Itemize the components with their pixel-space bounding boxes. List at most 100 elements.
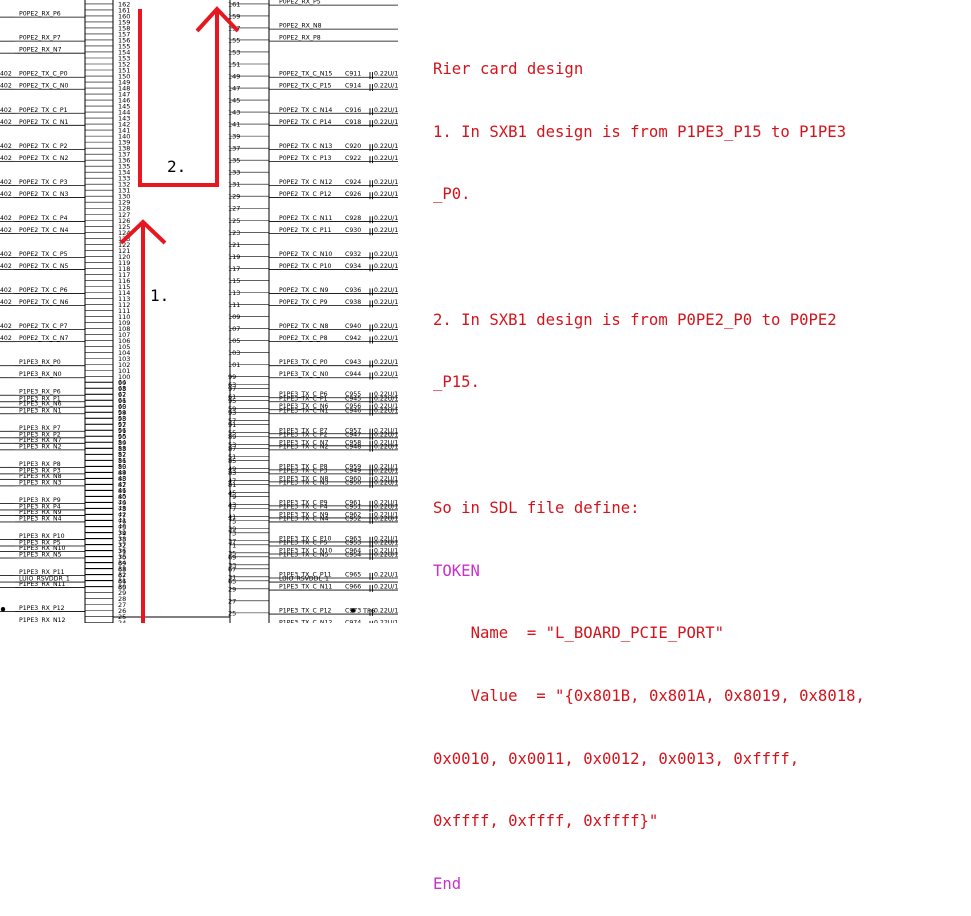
capacitor-refdes: C966 bbox=[345, 584, 361, 591]
arrow-label-2: 2. bbox=[167, 157, 186, 176]
signal-label: P1PE3_RX_P7 bbox=[19, 425, 61, 432]
signal-label: P0PE2_TX_C_N13 bbox=[279, 143, 332, 150]
capacitor-value: 0.22U/1 bbox=[374, 107, 398, 114]
capacitor-value: 0.22U/1 bbox=[374, 584, 398, 591]
capacitor-value: 0.22U/1 bbox=[374, 572, 398, 579]
signal-label: P1PE3_TX_C_P0 bbox=[279, 359, 328, 366]
capacitor-value: 0.22U/1 bbox=[374, 499, 398, 506]
junction-dot bbox=[350, 608, 356, 613]
pin-number: 159 bbox=[228, 12, 240, 20]
pin-number: 37 bbox=[228, 537, 236, 545]
note-token-value: Value = "{0x801B, 0x801A, 0x8019, 0x8018… bbox=[433, 686, 865, 705]
capacitor-refdes: C934 bbox=[345, 263, 361, 270]
signal-prefix: 402 bbox=[0, 191, 12, 198]
capacitor-value: 0.22U/1 bbox=[374, 287, 398, 294]
capacitor-refdes: C943 bbox=[345, 359, 361, 366]
junction-dot bbox=[0, 607, 6, 612]
signal-label: P0PE2_TX_C_P14 bbox=[279, 119, 332, 126]
signal-label: P0PE2_RX_N8 bbox=[279, 23, 322, 30]
pin-number: 153 bbox=[228, 48, 240, 56]
annotation-note: Rier card design 1. In SXB1 design is fr… bbox=[433, 17, 968, 916]
note-item-2: 2. In SXB1 design is from P0PE2_P0 to P0… bbox=[433, 310, 837, 329]
signal-label: P0PE2_TX_C_P15 bbox=[279, 83, 332, 90]
signal-label: P1PE3_RX_N10 bbox=[19, 545, 66, 552]
capacitor-refdes: C940 bbox=[345, 323, 361, 330]
signal-label: P1PE3_RX_N4 bbox=[19, 515, 62, 522]
capacitor-refdes: C964 bbox=[345, 547, 361, 554]
pin-number: 51 bbox=[228, 453, 236, 461]
capacitor-refdes: C922 bbox=[345, 155, 361, 162]
signal-label: P1PE3_TX_C_P6 bbox=[279, 391, 328, 398]
pin-number: 99 bbox=[228, 373, 236, 381]
signal-prefix: 402 bbox=[0, 179, 12, 186]
capacitor-value: 0.22U/1 bbox=[374, 155, 398, 162]
capacitor-refdes: C944 bbox=[345, 371, 361, 378]
signal-label: P1PE3_RX_N7 bbox=[19, 437, 62, 444]
signal-label: P1PE3_TX_C_N8 bbox=[279, 475, 328, 482]
signal-label: P0PE2_RX_P6 bbox=[19, 11, 61, 18]
signal-label: P0PE2_TX_C_N14 bbox=[279, 107, 332, 114]
capacitor-value: 0.22U/1 bbox=[374, 191, 398, 198]
signal-label: P0PE2_TX_C_N8 bbox=[279, 323, 328, 330]
pin-number: 147 bbox=[228, 85, 240, 93]
signal-label: P1PE3_RX_P10 bbox=[19, 533, 65, 540]
signal-label: P0PE2_TX_C_P7 bbox=[19, 323, 68, 330]
signal-label: P1PE3_RX_N11 bbox=[19, 581, 66, 588]
signal-label: P1PE3_RX_N3 bbox=[19, 479, 62, 486]
capacitor-value: 0.22U/1 bbox=[374, 608, 398, 615]
note-sdl-intro: So in SDL file define: bbox=[433, 498, 640, 517]
signal-prefix: 402 bbox=[0, 155, 12, 162]
signal-label: P1PE3_TX_C_N10 bbox=[279, 547, 332, 554]
pin-number: 135 bbox=[228, 157, 240, 165]
pin-number: 103 bbox=[228, 349, 240, 357]
capacitor-refdes: C960 bbox=[345, 475, 361, 482]
signal-label: P1PE3_RX_P6 bbox=[19, 389, 61, 396]
signal-label: P0PE2_RX_P8 bbox=[279, 35, 321, 42]
signal-label: P1PE3_TX_C_N9 bbox=[279, 511, 328, 518]
note-token-keyword: TOKEN bbox=[433, 561, 480, 580]
capacitor-value: 0.22U/1 bbox=[374, 299, 398, 306]
signal-label: P1PE3_TX_C_N12 bbox=[279, 620, 332, 623]
signal-label: P0PE2_TX_C_N6 bbox=[19, 299, 68, 306]
signal-label: P0PE2_TX_C_N15 bbox=[279, 71, 332, 78]
signal-label: P1PE3_TX_C_P7 bbox=[279, 427, 328, 434]
signal-label: P0PE2_TX_C_P4 bbox=[19, 215, 68, 222]
signal-prefix: 402 bbox=[0, 227, 12, 234]
signal-prefix: 402 bbox=[0, 215, 12, 222]
signal-label: P0PE2_TX_C_N11 bbox=[279, 215, 332, 222]
signal-prefix: 402 bbox=[0, 83, 12, 90]
signal-prefix: 402 bbox=[0, 287, 12, 294]
capacitor-refdes: C962 bbox=[345, 511, 361, 518]
signal-label: P1PE3_RX_N6 bbox=[19, 401, 62, 408]
capacitor-value: 0.22U/1 bbox=[374, 83, 398, 90]
capacitor-refdes: C932 bbox=[345, 251, 361, 258]
signal-label: P0PE2_TX_C_P5 bbox=[19, 251, 68, 258]
pin-number: 47 bbox=[228, 477, 236, 485]
capacitor-value: 0.22U/1 bbox=[374, 251, 398, 258]
signal-label: P0PE2_TX_C_P2 bbox=[19, 143, 68, 150]
pin-number: 107 bbox=[228, 325, 240, 333]
capacitor-refdes: C974 bbox=[345, 620, 361, 623]
signal-label: P1PE3_RX_P8 bbox=[19, 461, 61, 468]
pin-number: 105 bbox=[228, 337, 240, 345]
pin-number: 149 bbox=[228, 73, 240, 81]
signal-prefix: 402 bbox=[0, 71, 12, 78]
signal-label: P1PE3_RX_N1 bbox=[19, 407, 62, 414]
signal-label: P1PE3_TX_C_N7 bbox=[279, 439, 328, 446]
capacitor-refdes: C928 bbox=[345, 215, 361, 222]
capacitor-value: 0.22U/1 bbox=[374, 511, 398, 518]
note-blank bbox=[433, 435, 968, 456]
annotation-arrows: 2. 1. bbox=[119, 6, 240, 623]
signal-prefix: 402 bbox=[0, 263, 12, 270]
pin-number: 131 bbox=[228, 181, 240, 189]
pin-number: 29 bbox=[228, 585, 236, 593]
pin-number: 143 bbox=[228, 109, 240, 117]
capacitor-value: 0.22U/1 bbox=[374, 547, 398, 554]
capacitor-value: 0.22U/1 bbox=[374, 263, 398, 270]
pin-number: 45 bbox=[228, 489, 236, 497]
signal-label: P1PE3_RX_P9 bbox=[19, 497, 61, 504]
capacitor-value: 0.22U/1 bbox=[374, 463, 398, 470]
capacitor-refdes: C930 bbox=[345, 227, 361, 234]
signal-label: P0PE2_TX_C_P13 bbox=[279, 155, 332, 162]
capacitor-refdes: C961 bbox=[345, 499, 361, 506]
